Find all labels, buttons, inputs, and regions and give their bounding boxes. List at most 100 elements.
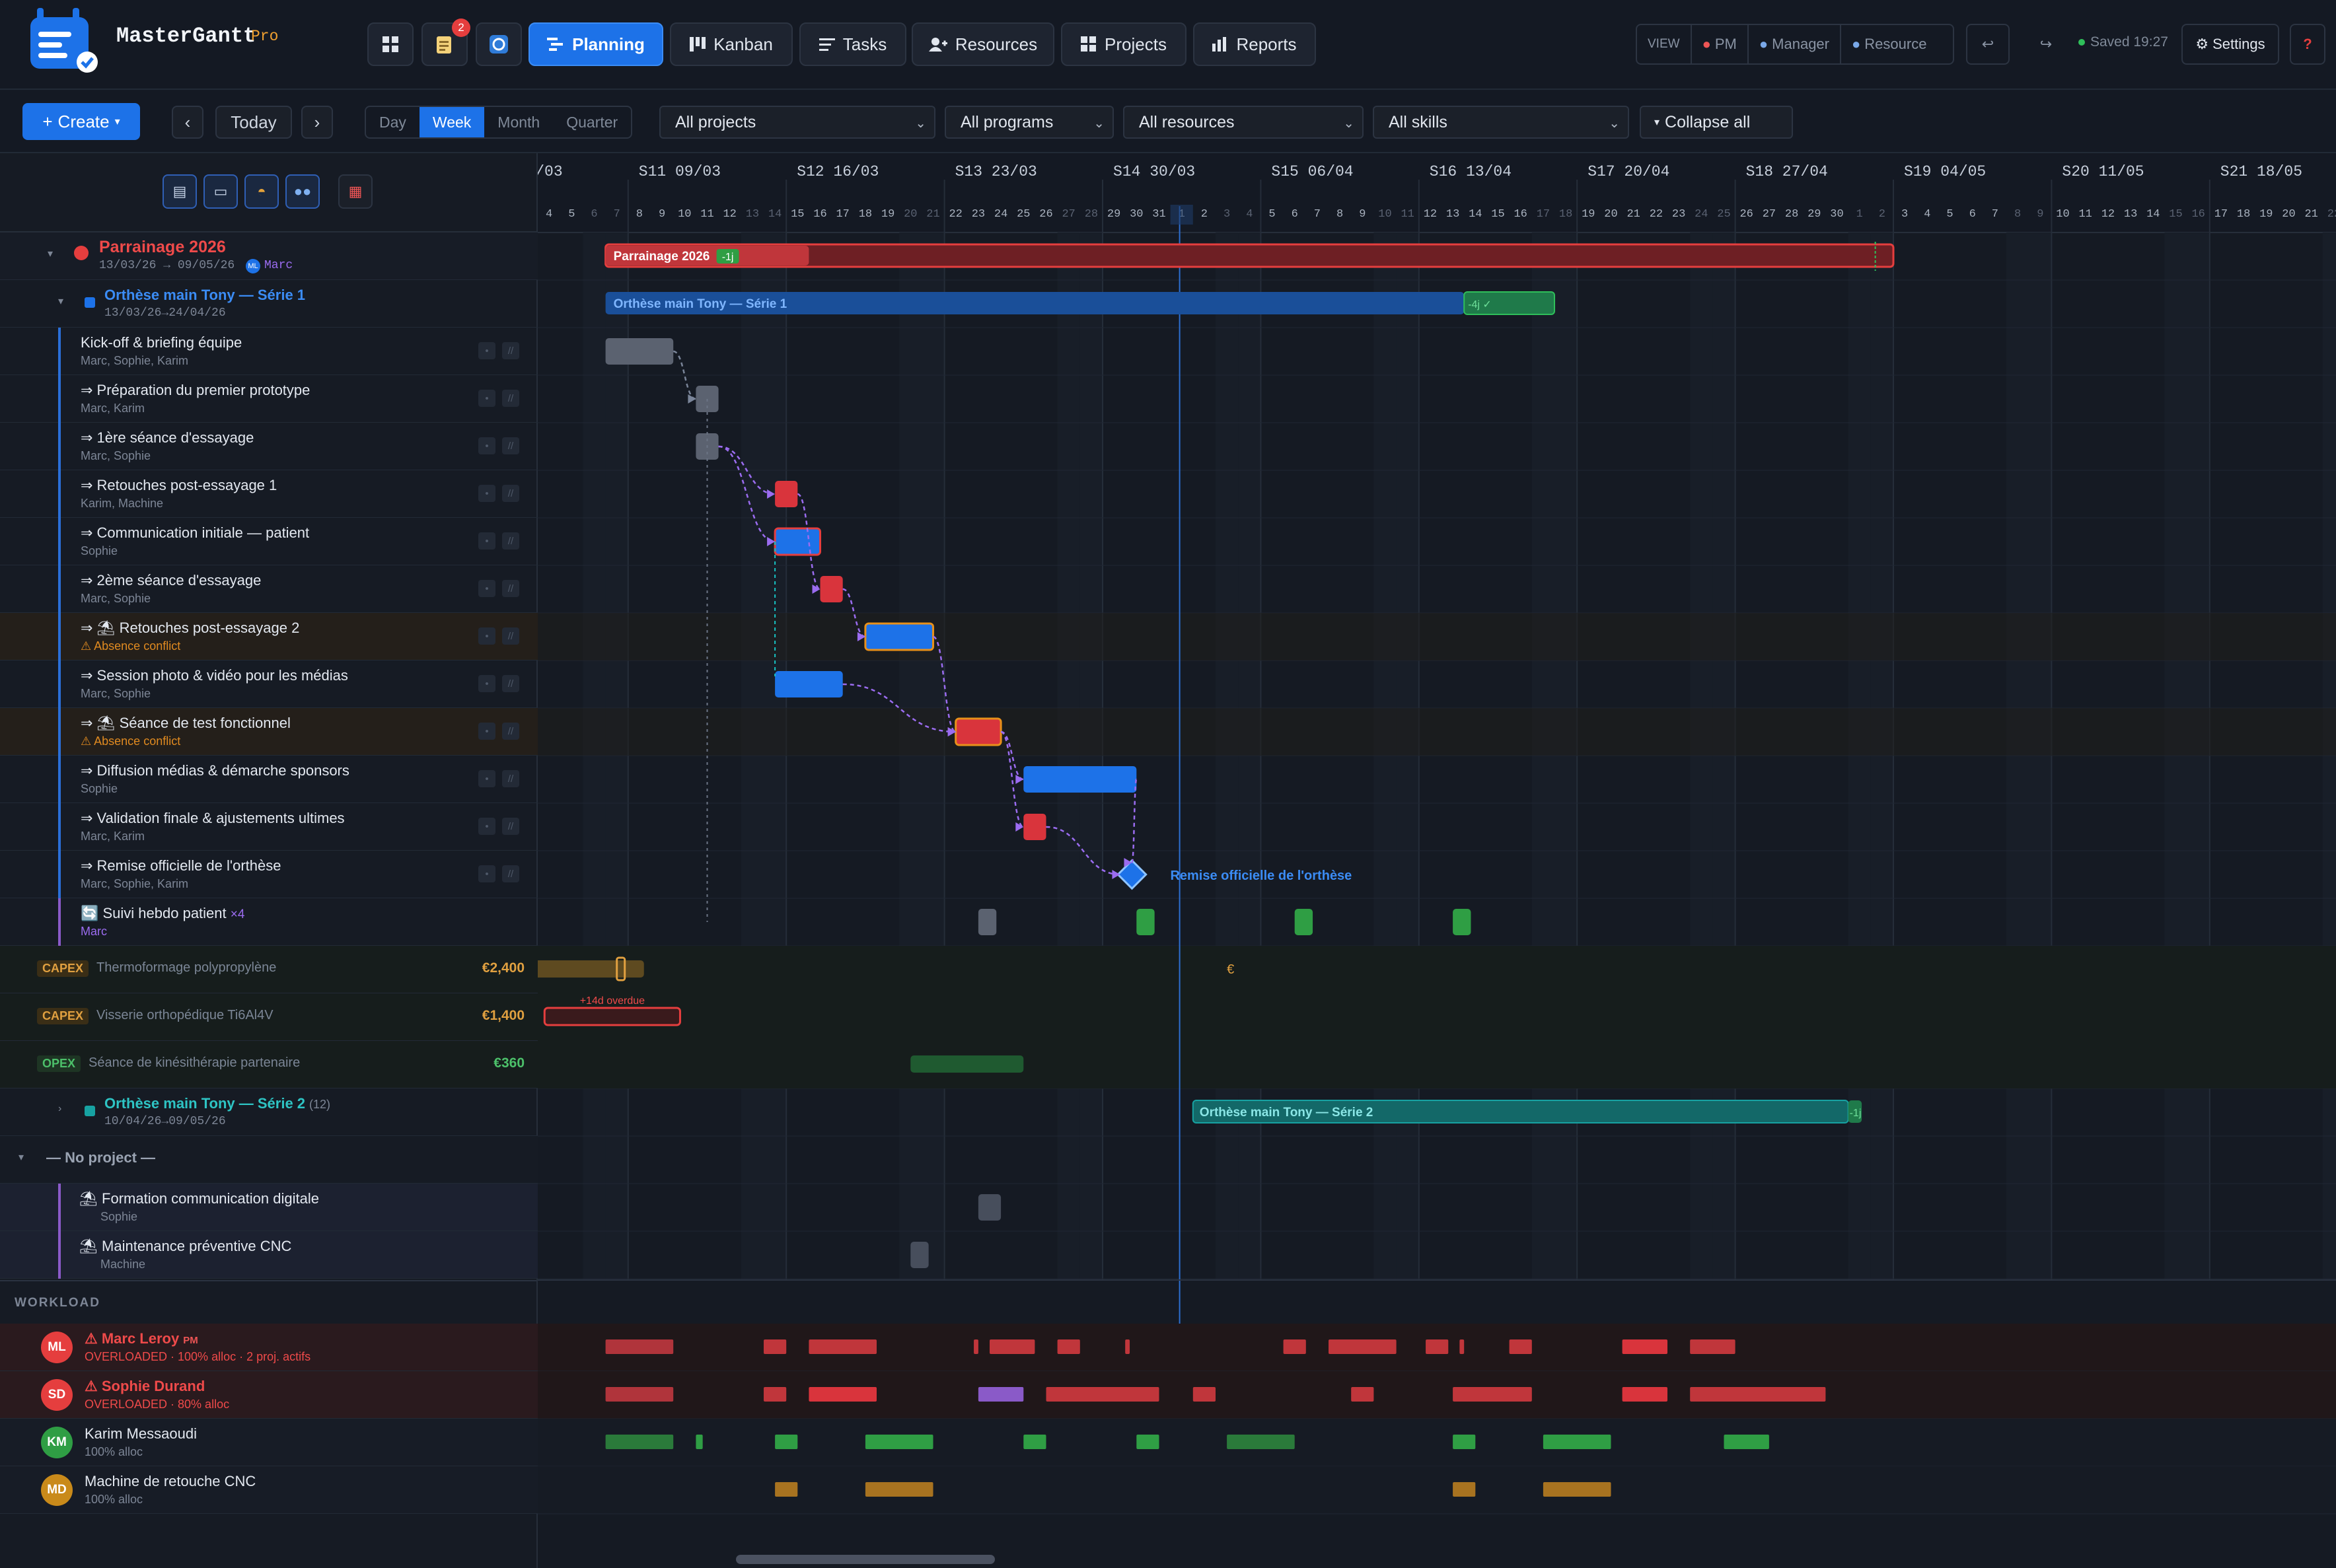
dashboard-button[interactable]: [367, 22, 414, 66]
task-row[interactable]: ⇒ Retouches post-essayage 1 Karim, Machin…: [0, 470, 538, 518]
link-icon[interactable]: //: [502, 818, 519, 835]
task-title[interactable]: ⇒ ⛱ Séance de test fonctionnel: [81, 715, 291, 732]
workload-row[interactable]: SD ⚠ Sophie Durand OVERLOADED · 80% alloc: [0, 1371, 538, 1419]
link-icon[interactable]: //: [502, 437, 519, 454]
task-row[interactable]: ▾ Orthèse main Tony — Série 1 13/03/26→24/…: [0, 280, 538, 328]
scale-quarter[interactable]: Quarter: [553, 107, 631, 137]
notes-button[interactable]: 2: [421, 18, 470, 66]
lock-icon[interactable]: •: [478, 675, 495, 692]
redo-button[interactable]: ↪: [2024, 24, 2068, 65]
horizontal-scrollbar[interactable]: [736, 1555, 995, 1564]
clipboard-icon[interactable]: ▤: [163, 174, 197, 209]
workload-row[interactable]: ML ⚠ Marc Leroy PM OVERLOADED · 100% alloc …: [0, 1324, 538, 1371]
help-button[interactable]: ?: [2290, 24, 2325, 65]
chevron-down-icon[interactable]: ▾: [18, 1151, 24, 1164]
task-row[interactable]: ⛱ Maintenance préventive CNC Machine: [0, 1231, 538, 1279]
prev-button[interactable]: ‹: [172, 106, 203, 139]
task-row[interactable]: ⛱ Formation communication digitale Sophie: [0, 1184, 538, 1231]
resource-name[interactable]: Karim Messaoudi: [85, 1425, 197, 1443]
chevron-right-icon[interactable]: ›: [58, 1103, 61, 1115]
task-row[interactable]: ⇒ Remise officielle de l'orthèse Marc, So…: [0, 851, 538, 898]
scale-week[interactable]: Week: [419, 107, 485, 137]
link-icon[interactable]: //: [502, 485, 519, 502]
resource-name[interactable]: ⚠ Sophie Durand: [85, 1378, 205, 1395]
filter-projects[interactable]: All projects ⌄: [659, 106, 935, 139]
lock-icon[interactable]: •: [478, 532, 495, 550]
task-row[interactable]: › Orthèse main Tony — Série 2 (12) 10/04/26…: [0, 1088, 538, 1136]
next-button[interactable]: ›: [301, 106, 333, 139]
task-row[interactable]: ⇒ 2ème séance d'essayage Marc, Sophie • //: [0, 565, 538, 613]
task-row[interactable]: ⇒ Diffusion médias & démarche sponsors So…: [0, 756, 538, 803]
link-icon[interactable]: //: [502, 865, 519, 882]
undo-button[interactable]: ↩: [1966, 24, 2010, 65]
task-title[interactable]: ⇒ ⛱ Retouches post-essayage 2: [81, 620, 299, 637]
resource-name[interactable]: ⚠ Marc Leroy PM: [85, 1330, 198, 1347]
lock-icon[interactable]: •: [478, 390, 495, 407]
tab-tasks[interactable]: Tasks: [799, 22, 906, 66]
tab-kanban[interactable]: Kanban: [670, 22, 793, 66]
link-icon[interactable]: //: [502, 723, 519, 740]
task-row[interactable]: 🔄 Suivi hebdo patient ×4 Marc: [0, 898, 538, 946]
filter-resources[interactable]: All resources ⌄: [1123, 106, 1364, 139]
lock-icon[interactable]: •: [478, 437, 495, 454]
link-icon[interactable]: //: [502, 532, 519, 550]
lock-icon[interactable]: •: [478, 723, 495, 740]
collapse-all-button[interactable]: ▾ Collapse all: [1640, 106, 1793, 139]
workload-row[interactable]: KM Karim Messaoudi 100% alloc: [0, 1419, 538, 1466]
create-button[interactable]: + Create ▾: [22, 103, 140, 140]
filter-skills[interactable]: All skills ⌄: [1373, 106, 1629, 139]
task-title[interactable]: 🔄 Suivi hebdo patient ×4: [81, 905, 244, 922]
task-title[interactable]: ⇒ Retouches post-essayage 1: [81, 477, 277, 494]
link-icon[interactable]: //: [502, 342, 519, 359]
task-row[interactable]: Kick-off & briefing équipe Marc, Sophie, …: [0, 328, 538, 375]
tab-planning[interactable]: Planning: [529, 22, 663, 66]
filter-programs[interactable]: All programs ⌄: [945, 106, 1114, 139]
tab-reports[interactable]: Reports: [1193, 22, 1316, 66]
task-row[interactable]: ⇒ Préparation du premier prototype Marc, …: [0, 375, 538, 423]
link-icon[interactable]: //: [502, 627, 519, 645]
task-title[interactable]: ⇒ 1ère séance d'essayage: [81, 429, 254, 446]
task-title[interactable]: ⇒ Diffusion médias & démarche sponsors: [81, 762, 349, 779]
tab-projects[interactable]: Projects: [1061, 22, 1186, 66]
lock-icon[interactable]: •: [478, 342, 495, 359]
task-row[interactable]: ⇒ 1ère séance d'essayage Marc, Sophie • //: [0, 423, 538, 470]
link-icon[interactable]: //: [502, 770, 519, 787]
link-icon[interactable]: //: [502, 675, 519, 692]
task-row[interactable]: ⇒ ⛱ Séance de test fonctionnel ⚠ Absence …: [0, 708, 538, 756]
team-icon[interactable]: ●●: [285, 174, 320, 209]
resource-name[interactable]: Machine de retouche CNC: [85, 1473, 256, 1490]
task-row[interactable]: CAPEX Visserie orthopédique Ti6Al4V €1,400: [0, 993, 538, 1041]
task-title[interactable]: ⇒ Remise officielle de l'orthèse: [81, 857, 281, 874]
chevron-down-icon[interactable]: ▾: [58, 295, 63, 308]
task-title[interactable]: ⇒ Communication initiale — patient: [81, 524, 309, 542]
lock-icon[interactable]: •: [478, 485, 495, 502]
vacation-icon[interactable]: ◓: [244, 174, 279, 209]
task-title[interactable]: ⇒ Validation finale & ajustements ultime…: [81, 810, 345, 827]
lock-icon[interactable]: •: [478, 627, 495, 645]
cart-icon[interactable]: ▭: [203, 174, 238, 209]
task-row[interactable]: ▾ — No project —: [0, 1136, 538, 1184]
task-title[interactable]: ⛱ Maintenance préventive CNC: [79, 1238, 291, 1255]
workload-row[interactable]: MD Machine de retouche CNC 100% alloc: [0, 1466, 538, 1514]
sync-button[interactable]: [476, 22, 522, 66]
task-title[interactable]: Kick-off & briefing équipe: [81, 334, 242, 351]
task-row[interactable]: CAPEX Thermoformage polypropylène €2,400: [0, 946, 538, 993]
link-icon[interactable]: //: [502, 580, 519, 597]
lock-icon[interactable]: •: [478, 865, 495, 882]
scale-month[interactable]: Month: [484, 107, 553, 137]
settings-button[interactable]: ⚙ Settings: [2181, 24, 2279, 65]
lock-icon[interactable]: •: [478, 818, 495, 835]
view-manager[interactable]: ● Manager: [1749, 25, 1841, 63]
lock-icon[interactable]: •: [478, 770, 495, 787]
task-row[interactable]: OPEX Séance de kinésithérapie partenaire €…: [0, 1041, 538, 1088]
calendar-off-icon[interactable]: ▦: [338, 174, 373, 209]
lock-icon[interactable]: •: [478, 580, 495, 597]
today-button[interactable]: Today: [215, 106, 292, 139]
view-pm[interactable]: ● PM: [1692, 25, 1749, 63]
link-icon[interactable]: //: [502, 390, 519, 407]
chevron-down-icon[interactable]: ▾: [48, 247, 53, 260]
task-row[interactable]: ⇒ Communication initiale — patient Sophie…: [0, 518, 538, 565]
task-row[interactable]: ⇒ Session photo & vidéo pour les médias M…: [0, 660, 538, 708]
task-title[interactable]: ⛱ Formation communication digitale: [79, 1190, 319, 1207]
task-row[interactable]: ▾ Parrainage 2026 13/03/26 → 09/05/26 ML Mar…: [0, 232, 538, 280]
